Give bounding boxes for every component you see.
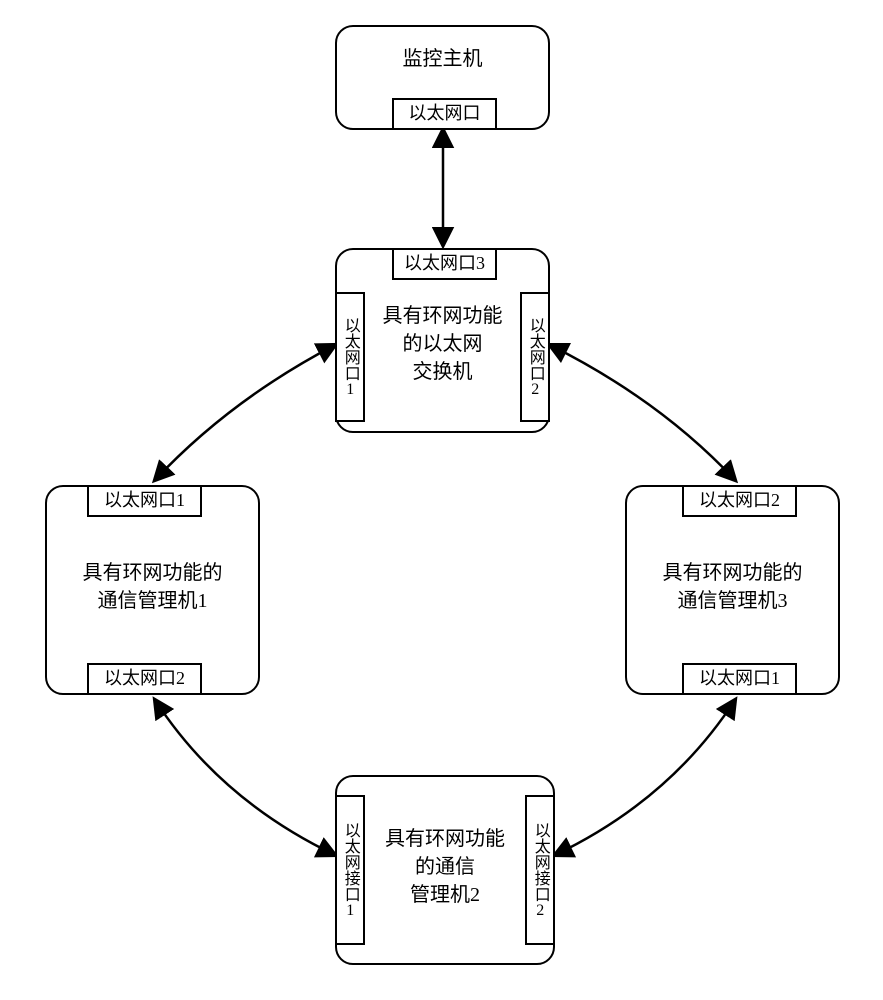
mgr2-title-l3: 管理机2 <box>410 884 480 906</box>
mgr1-port-1: 以太网口1 <box>87 485 202 517</box>
mgr1-title: 具有环网功能的 通信管理机1 <box>57 559 248 615</box>
node-mgr2: 以太网接口1 以太网接口2 具有环网功能 的通信 管理机2 <box>335 775 555 965</box>
mgr1-title-l1: 具有环网功能的 <box>83 562 223 584</box>
mgr3-port-2: 以太网口2 <box>682 485 797 517</box>
mgr2-port-2: 以太网接口2 <box>525 795 555 945</box>
mgr1-port-2-label: 以太网口2 <box>104 669 185 689</box>
switch-port-1: 以太网口1 <box>335 292 365 422</box>
switch-port-3-label: 以太网口3 <box>404 254 485 274</box>
mgr3-title-l1: 具有环网功能的 <box>663 562 803 584</box>
switch-port-2-label: 以太网口2 <box>526 317 544 398</box>
mgr1-port-2: 以太网口2 <box>87 663 202 695</box>
switch-port-2: 以太网口2 <box>520 292 550 422</box>
switch-title-l1: 具有环网功能 <box>383 305 503 327</box>
node-switch: 以太网口3 以太网口1 以太网口2 具有环网功能 的以太网 交换机 <box>335 248 550 433</box>
mgr3-port-1: 以太网口1 <box>682 663 797 695</box>
host-title-text: 监控主机 <box>403 48 483 70</box>
switch-title: 具有环网功能 的以太网 交换机 <box>377 302 508 386</box>
mgr3-port-2-label: 以太网口2 <box>699 491 780 511</box>
host-port-ethernet: 以太网口 <box>392 98 497 130</box>
mgr1-port-1-label: 以太网口1 <box>104 491 185 511</box>
node-mgr1: 以太网口1 具有环网功能的 通信管理机1 以太网口2 <box>45 485 260 695</box>
mgr3-port-1-label: 以太网口1 <box>699 669 780 689</box>
mgr2-port-2-label: 以太网接口2 <box>531 822 549 919</box>
host-port-label: 以太网口 <box>409 104 481 124</box>
mgr3-title-l2: 通信管理机3 <box>678 590 788 612</box>
switch-port-1-label: 以太网口1 <box>341 317 359 398</box>
mgr2-title-l2: 的通信 <box>415 856 475 878</box>
mgr2-title: 具有环网功能 的通信 管理机2 <box>377 825 513 909</box>
mgr1-title-l2: 通信管理机1 <box>98 590 208 612</box>
switch-port-3: 以太网口3 <box>392 248 497 280</box>
mgr2-port-1: 以太网接口1 <box>335 795 365 945</box>
switch-title-l2: 的以太网 <box>403 333 483 355</box>
host-title: 监控主机 <box>337 45 548 73</box>
mgr2-title-l1: 具有环网功能 <box>385 828 505 850</box>
switch-title-l3: 交换机 <box>413 361 473 383</box>
node-host: 监控主机 以太网口 <box>335 25 550 130</box>
node-mgr3: 以太网口2 具有环网功能的 通信管理机3 以太网口1 <box>625 485 840 695</box>
mgr2-port-1-label: 以太网接口1 <box>341 822 359 919</box>
mgr3-title: 具有环网功能的 通信管理机3 <box>637 559 828 615</box>
